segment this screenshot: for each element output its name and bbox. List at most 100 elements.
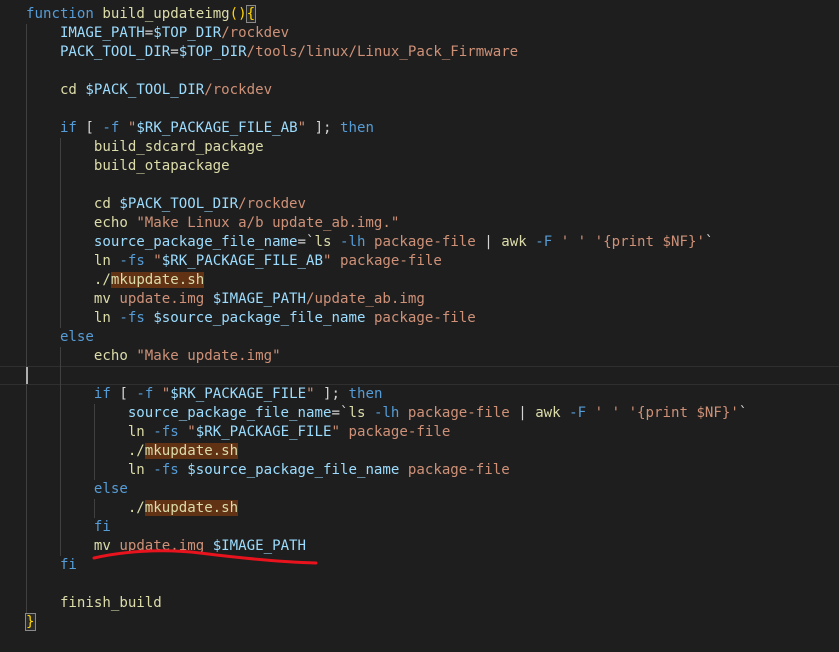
code-line-7[interactable]: if [ -f "$RK_PACKAGE_FILE_AB" ]; then (0, 119, 839, 138)
code-token: fi (26, 557, 77, 573)
code-line-32[interactable]: finish_build (0, 594, 839, 613)
code-token: ]; (306, 120, 341, 136)
code-token: -F (535, 234, 553, 250)
code-line-30[interactable]: fi (0, 556, 839, 575)
code-token: else (26, 481, 128, 497)
code-token: mkupdate.sh (144, 443, 239, 459)
code-token: ` (738, 405, 748, 421)
code-token: { (245, 5, 257, 23)
code-line-33[interactable]: } (0, 613, 839, 632)
code-token: " (323, 253, 332, 269)
code-token: mkupdate.sh (144, 500, 239, 516)
code-line-22[interactable]: source_package_file_name=`ls -lh package… (0, 404, 839, 423)
code-token: } (25, 613, 36, 631)
code-line-3[interactable]: PACK_TOOL_DIR=$TOP_DIR/tools/linux/Linux… (0, 43, 839, 62)
code-line-17[interactable]: ln -fs $source_package_file_name package… (0, 309, 839, 328)
code-token: package-file (399, 462, 510, 478)
code-line-16[interactable]: mv update.img $IMAGE_PATH/update_ab.img (0, 290, 839, 309)
code-line-19[interactable]: echo "Make update.img" (0, 347, 839, 366)
code-line-24[interactable]: ./mkupdate.sh (0, 442, 839, 461)
code-token: function (26, 6, 94, 22)
code-token: " (331, 424, 341, 440)
code-editor[interactable]: function build_updateimg(){ IMAGE_PATH=$… (0, 0, 839, 652)
code-token: = (170, 44, 179, 60)
code-token: ' ' '{print $NF}' (586, 405, 739, 421)
code-line-14[interactable]: ln -fs "$RK_PACKAGE_FILE_AB" package-fil… (0, 252, 839, 271)
code-line-2[interactable]: IMAGE_PATH=$TOP_DIR/rockdev (0, 24, 839, 43)
code-token: package-file (340, 424, 451, 440)
code-token: echo (26, 215, 137, 231)
code-token: " (306, 386, 315, 402)
code-line-15[interactable]: ./mkupdate.sh (0, 271, 839, 290)
code-token: -F (569, 405, 587, 421)
code-token: $IMAGE_PATH (212, 538, 307, 554)
code-line-1[interactable]: function build_updateimg(){ (0, 5, 839, 24)
code-line-18[interactable]: else (0, 328, 839, 347)
code-line-29[interactable]: mv update.img $IMAGE_PATH (0, 537, 839, 556)
code-line-10[interactable] (0, 176, 839, 195)
code-line-13[interactable]: source_package_file_name=`ls -lh package… (0, 233, 839, 252)
code-token: fi (26, 519, 111, 535)
code-token: "Make Linux a/b update_ab.img." (136, 215, 400, 231)
code-token: package-file (365, 234, 476, 250)
code-token: " (153, 386, 171, 402)
code-token: $RK_PACKAGE_FILE_AB (161, 253, 324, 269)
code-token: mv (26, 291, 120, 307)
code-token: IMAGE_PATH (26, 25, 145, 41)
code-token: awk (535, 405, 561, 421)
code-token: cd (26, 196, 120, 212)
code-token: mkupdate.sh (110, 272, 205, 288)
code-line-9[interactable]: build_otapackage (0, 157, 839, 176)
code-line-21[interactable]: if [ -f "$RK_PACKAGE_FILE" ]; then (0, 385, 839, 404)
text-cursor (26, 367, 28, 384)
code-line-31[interactable] (0, 575, 839, 594)
code-token: PACK_TOOL_DIR (26, 44, 171, 60)
code-token: $PACK_TOOL_DIR (85, 82, 205, 98)
code-token: $RK_PACKAGE_FILE_AB (136, 120, 298, 136)
code-line-25[interactable]: ln -fs $source_package_file_name package… (0, 461, 839, 480)
code-token: build_sdcard_package (26, 139, 264, 155)
code-token: cd (26, 82, 86, 98)
code-token: -fs (153, 462, 179, 478)
code-token: /rockdev (204, 82, 273, 98)
code-token: build_updateimg (102, 6, 230, 22)
code-line-26[interactable]: else (0, 480, 839, 499)
code-line-20[interactable] (0, 366, 839, 385)
code-token: package-file (399, 405, 510, 421)
code-token: else (26, 329, 94, 345)
code-line-27[interactable]: ./mkupdate.sh (0, 499, 839, 518)
code-token: $TOP_DIR (178, 44, 247, 60)
code-token: -lh (340, 234, 366, 250)
code-token: ./ (26, 272, 111, 288)
code-line-11[interactable]: cd $PACK_TOOL_DIR/rockdev (0, 195, 839, 214)
code-line-28[interactable]: fi (0, 518, 839, 537)
code-token: then (340, 120, 374, 136)
code-token: $source_package_file_name (187, 462, 400, 478)
code-token: " (144, 253, 162, 269)
code-token: ln (26, 462, 154, 478)
code-line-5[interactable]: cd $PACK_TOOL_DIR/rockdev (0, 81, 839, 100)
code-token: " (297, 120, 307, 136)
code-token: $IMAGE_PATH (212, 291, 307, 307)
code-token: -f (102, 120, 120, 136)
code-line-6[interactable] (0, 100, 839, 119)
code-token: -fs (119, 253, 145, 269)
code-token: =` (297, 234, 315, 250)
code-line-8[interactable]: build_sdcard_package (0, 138, 839, 157)
code-token: | (509, 405, 536, 421)
code-token: " (119, 120, 137, 136)
code-line-4[interactable] (0, 62, 839, 81)
code-token: /update_ab.img (306, 291, 425, 307)
code-token: source_package_file_name (26, 234, 298, 250)
code-line-23[interactable]: ln -fs "$RK_PACKAGE_FILE" package-file (0, 423, 839, 442)
code-token: ./ (26, 443, 145, 459)
code-token: awk (501, 234, 527, 250)
code-token: /rockdev (238, 196, 307, 212)
code-token: finish_build (26, 595, 162, 611)
code-line-12[interactable]: echo "Make Linux a/b update_ab.img." (0, 214, 839, 233)
code-token: build_otapackage (26, 158, 230, 174)
code-token: ) (238, 6, 247, 22)
code-token: $source_package_file_name (153, 310, 366, 326)
